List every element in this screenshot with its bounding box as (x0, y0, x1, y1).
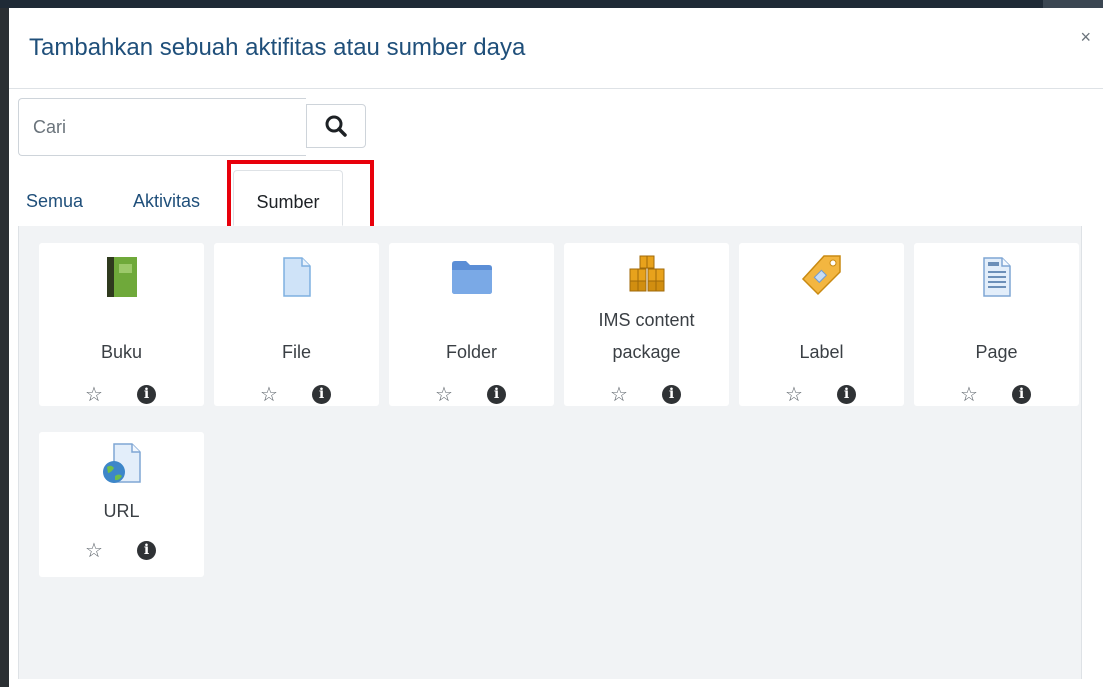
search-button[interactable] (306, 104, 366, 148)
info-icon[interactable]: i (837, 385, 856, 404)
category-tabs: Semua Aktivitas Sumber (18, 170, 1082, 227)
star-icon[interactable]: ☆ (85, 539, 103, 563)
file-icon (214, 253, 379, 301)
background-page-strip (0, 0, 1103, 8)
folder-icon (389, 253, 554, 301)
dialog-header: Tambahkan sebuah aktifitas atau sumber d… (9, 8, 1103, 89)
star-icon[interactable]: ☆ (435, 383, 453, 407)
star-icon[interactable]: ☆ (960, 383, 978, 407)
star-icon[interactable]: ☆ (610, 383, 628, 407)
item-card-url[interactable]: URL ☆ i (39, 432, 204, 577)
item-card-buku[interactable]: Buku ☆ i (39, 243, 204, 406)
book-icon (39, 253, 204, 301)
dialog-title: Tambahkan sebuah aktifitas atau sumber d… (29, 34, 526, 61)
item-card-label[interactable]: Label ☆ i (739, 243, 904, 406)
item-label: File (281, 342, 311, 362)
close-button[interactable]: × (1080, 28, 1091, 46)
item-label: Buku (100, 342, 143, 362)
info-icon[interactable]: i (487, 385, 506, 404)
info-icon[interactable]: i (137, 541, 156, 560)
info-icon[interactable]: i (312, 385, 331, 404)
star-icon[interactable]: ☆ (260, 383, 278, 407)
url-globe-icon (39, 440, 204, 488)
item-label: Page (975, 342, 1018, 362)
star-icon[interactable]: ☆ (785, 383, 803, 407)
background-page-corner (1043, 0, 1103, 8)
item-label: Label (799, 342, 844, 362)
star-icon[interactable]: ☆ (85, 383, 103, 407)
item-label-line-2: package (612, 342, 681, 362)
item-label-line-1: IMS content (598, 310, 695, 330)
tab-aktivitas[interactable]: Aktivitas (133, 170, 223, 226)
item-card-ims-content-package[interactable]: IMS content package ☆ i (564, 243, 729, 406)
search-group (18, 98, 367, 156)
info-icon[interactable]: i (1012, 385, 1031, 404)
background-page-edge (0, 8, 9, 687)
items-panel: Buku ☆ i File ☆ i Folder ☆ i IMS content… (18, 226, 1082, 679)
page-icon (914, 253, 1079, 301)
search-input[interactable] (18, 98, 306, 156)
label-tag-icon (739, 251, 904, 299)
item-card-file[interactable]: File ☆ i (214, 243, 379, 406)
package-icon (564, 249, 729, 297)
info-icon[interactable]: i (662, 385, 681, 404)
item-label: URL (103, 501, 140, 521)
search-icon (325, 115, 347, 137)
info-icon[interactable]: i (137, 385, 156, 404)
item-card-page[interactable]: Page ☆ i (914, 243, 1079, 406)
item-label: Folder (445, 342, 498, 362)
item-card-folder[interactable]: Folder ☆ i (389, 243, 554, 406)
tab-semua[interactable]: Semua (26, 170, 106, 226)
